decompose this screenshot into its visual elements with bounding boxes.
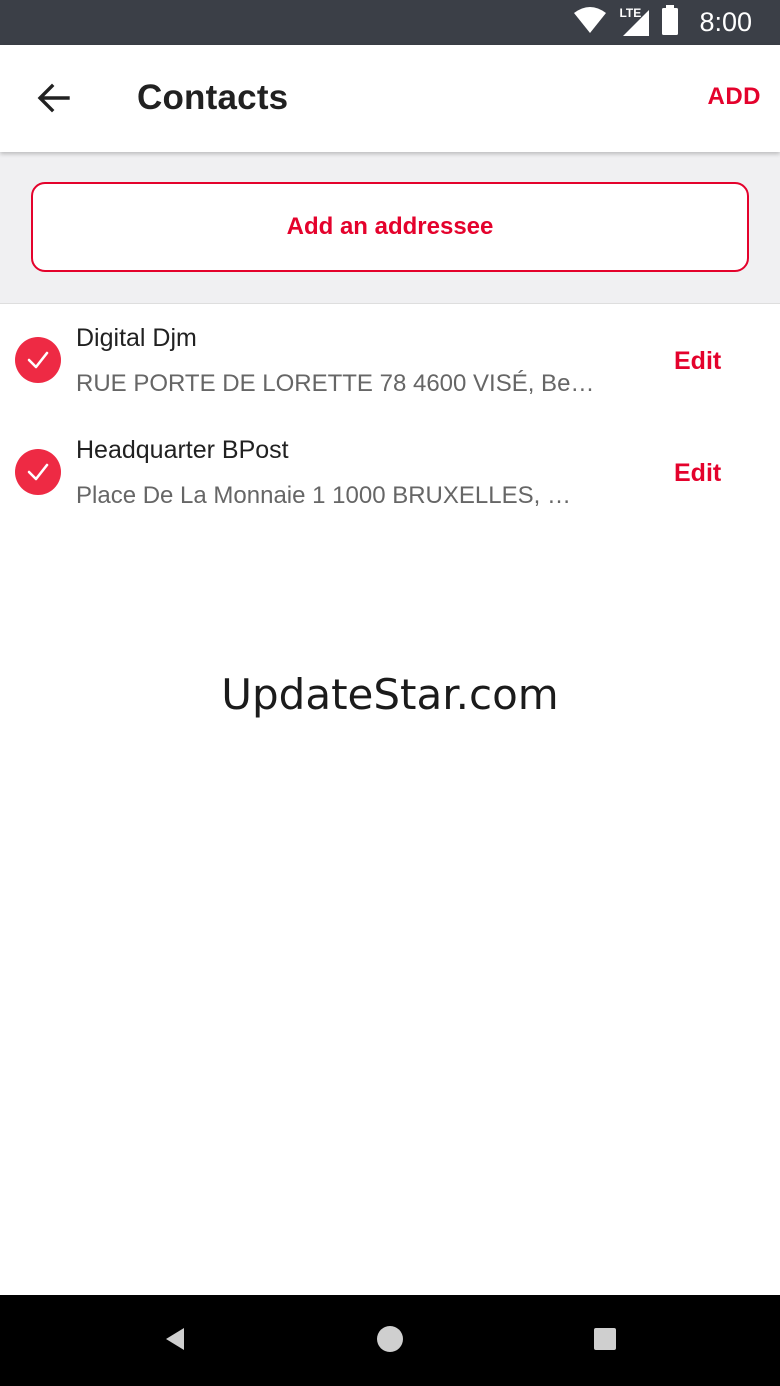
app-bar: Contacts ADD: [0, 45, 780, 152]
arrow-left-icon: [36, 83, 70, 118]
edit-contact-button[interactable]: Edit: [674, 459, 721, 488]
add-contact-action[interactable]: ADD: [708, 83, 762, 111]
battery-icon: [661, 5, 679, 40]
home-circle-icon: [376, 1325, 404, 1358]
nav-back-button[interactable]: [158, 1324, 192, 1358]
status-time: 8:00: [699, 7, 752, 37]
nav-home-button[interactable]: [373, 1324, 407, 1358]
back-button[interactable]: [28, 75, 78, 125]
contact-name: Digital Djm: [76, 324, 197, 352]
add-addressee-panel: Add an addressee: [0, 152, 780, 304]
contact-address: Place De La Monnaie 1 1000 BRUXELLES, …: [76, 482, 571, 509]
page-title: Contacts: [137, 78, 289, 117]
status-icons: LTE 8:00: [573, 0, 752, 45]
contact-row[interactable]: Headquarter BPost Place De La Monnaie 1 …: [0, 417, 780, 529]
wifi-icon: [573, 6, 607, 39]
navigation-bar: [0, 1295, 780, 1386]
edit-contact-button[interactable]: Edit: [674, 347, 721, 376]
contact-address: RUE PORTE DE LORETTE 78 4600 VISÉ, Be…: [76, 370, 595, 397]
nav-recents-button[interactable]: [588, 1324, 622, 1358]
checkmark-icon[interactable]: [15, 337, 61, 383]
watermark: UpdateStar.com: [221, 670, 559, 719]
cellular-signal-icon: LTE: [617, 5, 651, 38]
contact-list: Digital Djm RUE PORTE DE LORETTE 78 4600…: [0, 305, 780, 529]
add-addressee-button[interactable]: Add an addressee: [31, 182, 749, 272]
contact-row[interactable]: Digital Djm RUE PORTE DE LORETTE 78 4600…: [0, 305, 780, 417]
back-triangle-icon: [162, 1326, 188, 1357]
recents-square-icon: [592, 1326, 618, 1357]
checkmark-icon[interactable]: [15, 449, 61, 495]
network-type-label: LTE: [619, 5, 642, 20]
contact-name: Headquarter BPost: [76, 436, 289, 464]
status-bar: LTE 8:00: [0, 0, 780, 45]
